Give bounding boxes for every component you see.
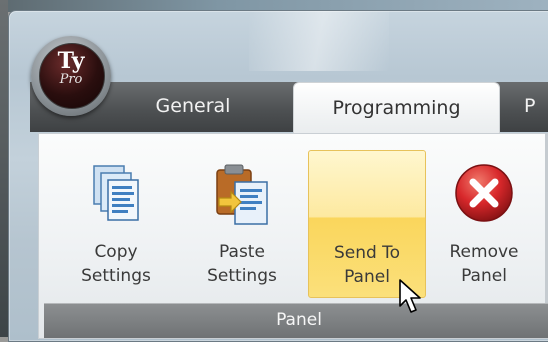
desktop-edge [0, 0, 8, 337]
tab-general[interactable]: General [123, 84, 263, 128]
ribbon-group-label: Panel [276, 310, 322, 330]
send-to-panel-label-line1: Send To [333, 243, 401, 263]
paste-settings-label-line1: Paste [219, 242, 265, 262]
remove-panel-button[interactable]: Remove Panel [432, 150, 536, 296]
mouse-cursor-icon [398, 278, 424, 320]
paste-settings-button[interactable]: Paste Settings [188, 150, 296, 296]
remove-icon [453, 162, 515, 231]
remove-panel-label-line2: Panel [461, 266, 507, 286]
paste-settings-label-line2: Settings [207, 266, 277, 286]
copy-settings-button[interactable]: Copy Settings [64, 150, 168, 296]
send-to-panel-button[interactable]: Send To Panel [308, 150, 426, 298]
logo-text-ty: Ty [57, 48, 85, 74]
logo-text-pro: Pro [59, 72, 83, 87]
paste-settings-icon [211, 162, 273, 235]
copy-settings-icon [88, 162, 144, 233]
tab-partial[interactable]: P [524, 84, 548, 128]
remove-panel-label-line1: Remove [449, 242, 519, 262]
copy-settings-label-line1: Copy [94, 242, 138, 262]
copy-settings-label-line2: Settings [81, 266, 151, 286]
tab-programming[interactable]: Programming [293, 82, 500, 135]
glass-highlight [249, 11, 389, 71]
